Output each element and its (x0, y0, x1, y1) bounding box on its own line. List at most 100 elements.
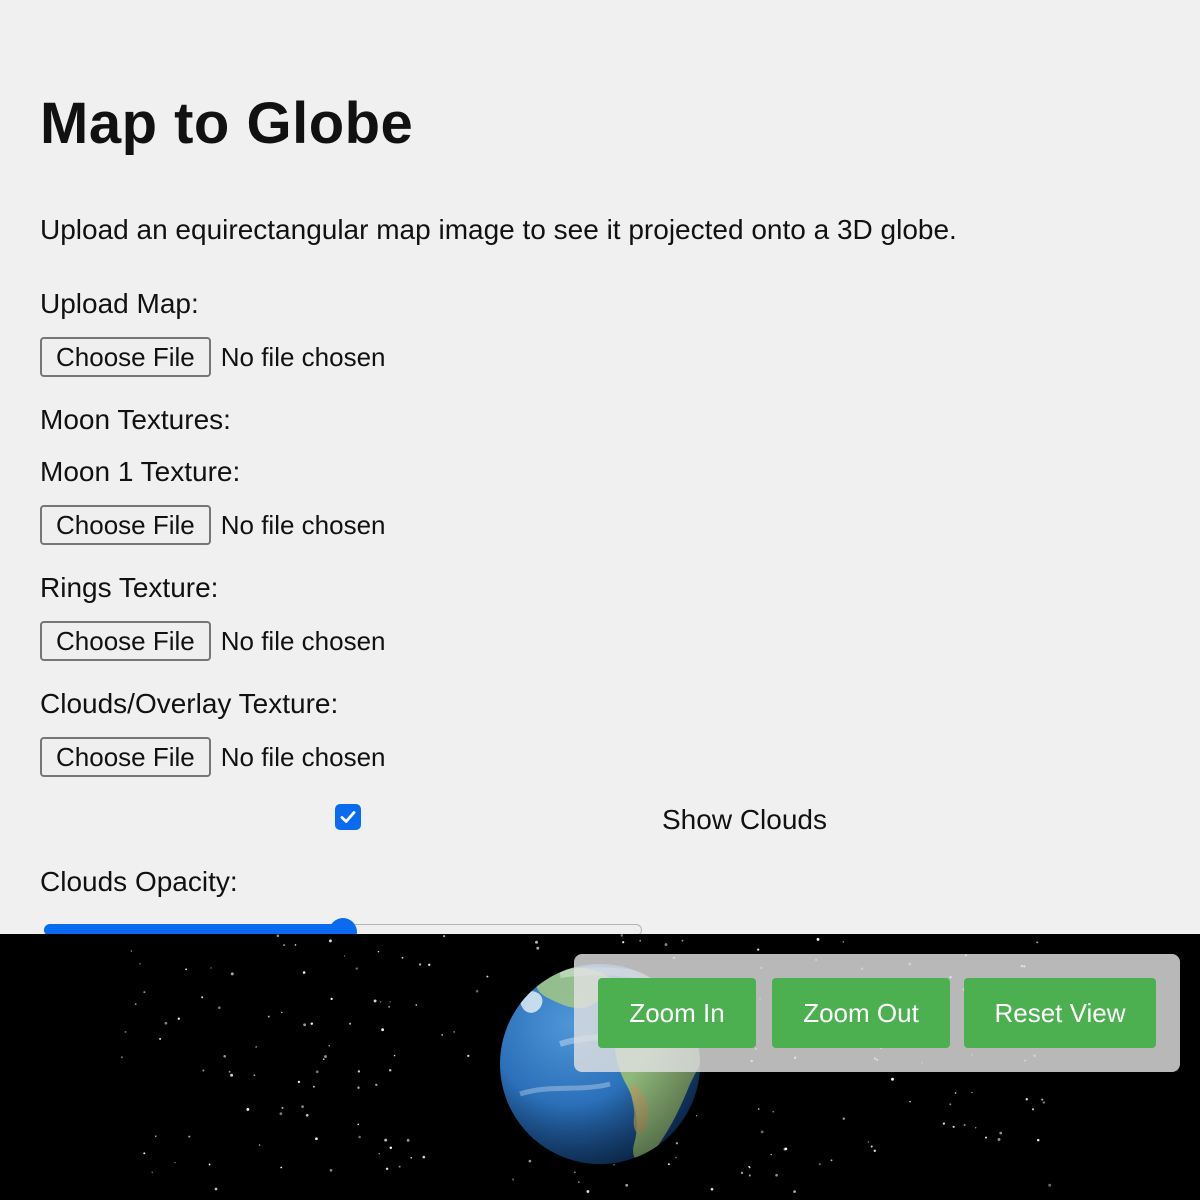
upload-map-file-status: No file chosen (220, 341, 386, 372)
star (453, 1031, 456, 1033)
star (401, 956, 404, 959)
star (415, 1004, 418, 1006)
upload-map-choose-file-button[interactable]: Choose File (40, 337, 211, 377)
star (281, 1011, 283, 1014)
view-controls-panel: Zoom In Zoom Out Reset View (574, 954, 1180, 1072)
show-clouds-checkbox[interactable] (335, 804, 361, 830)
checkmark-icon (340, 811, 356, 823)
star (357, 1070, 361, 1073)
reset-view-button[interactable]: Reset View (964, 978, 1156, 1048)
star (385, 1167, 389, 1170)
star (406, 1138, 410, 1142)
star (228, 1070, 231, 1073)
star (223, 1055, 226, 1058)
star (622, 941, 625, 944)
star (999, 1131, 1002, 1135)
star (770, 1153, 772, 1156)
rings-texture-file-input[interactable]: Choose File No file chosen (40, 620, 386, 662)
star (130, 950, 133, 952)
star (294, 944, 297, 946)
show-clouds-label: Show Clouds (662, 804, 827, 835)
star (357, 1086, 360, 1089)
clouds-file-status: No file chosen (220, 741, 386, 772)
star (375, 1083, 378, 1087)
star (975, 1127, 977, 1129)
star (297, 1080, 301, 1084)
star (329, 1168, 333, 1172)
star (954, 1092, 957, 1094)
star (985, 1136, 987, 1139)
star (267, 1015, 270, 1018)
star (695, 1115, 698, 1117)
clouds-texture-file-input[interactable]: Choose File No file chosen (40, 736, 386, 778)
star (312, 1085, 315, 1088)
star (1041, 1098, 1044, 1101)
star (381, 1028, 385, 1032)
star (891, 1077, 894, 1081)
clouds-opacity-label: Clouds Opacity: (40, 866, 238, 897)
star (155, 1135, 157, 1137)
star (281, 1106, 284, 1109)
star (358, 1135, 361, 1139)
star (389, 1146, 393, 1150)
star (379, 1001, 382, 1003)
star (475, 990, 479, 993)
star (740, 1171, 744, 1175)
rings-file-status: No file chosen (220, 625, 386, 656)
star (328, 1044, 330, 1047)
star (467, 1054, 470, 1058)
star (486, 975, 489, 978)
star (1036, 941, 1039, 944)
star (667, 1163, 670, 1166)
star (124, 1030, 127, 1033)
star (315, 1070, 319, 1074)
star (174, 1161, 176, 1164)
zoom-out-button[interactable]: Zoom Out (772, 978, 950, 1048)
star (830, 1159, 833, 1162)
star (442, 934, 446, 938)
star (427, 963, 431, 967)
star (393, 1054, 396, 1057)
star (639, 939, 642, 942)
star (258, 1144, 261, 1146)
star (343, 955, 346, 957)
zoom-in-button[interactable]: Zoom In (598, 978, 756, 1048)
star (675, 1142, 679, 1145)
star (301, 1105, 304, 1108)
clouds-texture-label: Clouds/Overlay Texture: (40, 688, 339, 719)
rings-texture-label: Rings Texture: (40, 572, 219, 603)
star (842, 941, 845, 943)
star (310, 1022, 314, 1025)
upload-map-file-input[interactable]: Choose File No file chosen (40, 336, 386, 378)
moon1-choose-file-button[interactable]: Choose File (40, 505, 211, 545)
star (757, 948, 760, 951)
star (681, 939, 684, 942)
star (388, 1069, 392, 1072)
star (1048, 1183, 1052, 1187)
clouds-choose-file-button[interactable]: Choose File (40, 737, 211, 777)
rings-choose-file-button[interactable]: Choose File (40, 621, 211, 661)
star (255, 1045, 258, 1048)
star (909, 1100, 911, 1103)
star (818, 1163, 821, 1166)
star (185, 968, 187, 971)
star (422, 1155, 426, 1159)
star (373, 999, 377, 1003)
star (963, 1123, 966, 1127)
star (867, 1141, 870, 1143)
star (164, 1021, 168, 1025)
star (315, 1137, 318, 1141)
star (230, 972, 234, 976)
star (188, 1135, 191, 1138)
star (303, 1023, 307, 1027)
star (159, 1037, 162, 1040)
moon1-texture-file-input[interactable]: Choose File No file chosen (40, 504, 386, 546)
star (997, 1137, 1001, 1141)
star (280, 1166, 283, 1169)
star (302, 971, 306, 974)
star (398, 1165, 401, 1168)
star (873, 1149, 876, 1152)
star (377, 950, 380, 953)
star (536, 946, 540, 950)
star (528, 1159, 532, 1163)
